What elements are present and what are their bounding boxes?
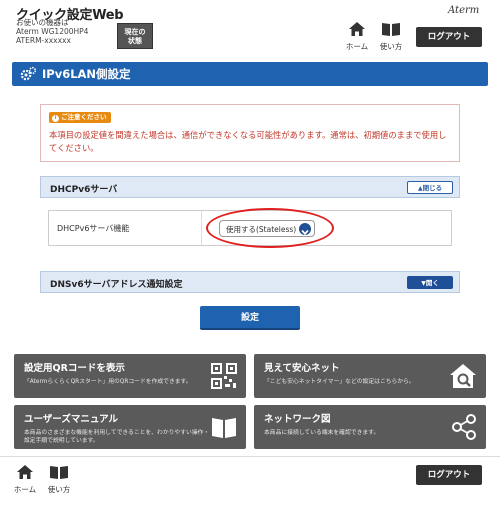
dhcpv6-panel-title: DHCPv6サーバ (50, 185, 118, 195)
home-button[interactable]: ホーム (342, 20, 372, 52)
info-icon: i (52, 115, 59, 122)
book-icon (382, 23, 400, 36)
dnsv6-panel-title: DNSv6サーバアドレス通知設定 (50, 280, 183, 290)
footer-logout-button[interactable]: ログアウト (416, 465, 482, 485)
device-model: Aterm WG1200HP4 (16, 27, 89, 36)
dnsv6-open-label: 開く (425, 279, 439, 287)
brand-logo: Aterm (448, 5, 480, 16)
page-title: IPv6LAN側設定 (42, 67, 131, 81)
dnsv6-panel-header: DNSv6サーバアドレス通知設定 ▼開く (40, 271, 460, 293)
tile-desc: 本商品のさまざまな機能を利用してできることを、わかりやすい操作・設定手順で説明し… (24, 430, 210, 444)
dhcpv6-close-label: 閉じる (422, 184, 443, 192)
caution-badge: i ご注意ください (49, 112, 111, 123)
page-title-bar: IPv6LAN側設定 (12, 62, 488, 86)
tile-title: 見えて安心ネット (264, 363, 340, 374)
caution-text: 本項目の設定値を間違えた場合は、通信ができなくなる可能性があります。通常は、初期… (49, 130, 447, 153)
device-id: ATERM-xxxxxx (16, 36, 71, 45)
dhcpv6-function-label: DHCPv6サーバ機能 (57, 224, 130, 233)
apply-button[interactable]: 設定 (200, 306, 300, 330)
current-status-button[interactable]: 現在の 状態 (117, 23, 153, 49)
network-share-icon (452, 414, 476, 440)
tile-title: ユーザーズマニュアル (24, 414, 119, 425)
home-search-icon (450, 364, 476, 388)
tile-users-manual[interactable]: ユーザーズマニュアル 本商品のさまざまな機能を利用してできることを、わかりやすい… (14, 405, 246, 449)
home-icon (17, 465, 33, 479)
tile-desc: 「AtermらくらくQRスタート」用のQRコードを作成できます。 (24, 379, 192, 385)
highlight-ring (206, 208, 334, 248)
gear-icon (20, 66, 37, 81)
device-label: お使いの機器は (16, 18, 69, 27)
home-icon (349, 22, 365, 36)
tile-title: ネットワーク図 (264, 414, 331, 425)
help-label: 使い方 (379, 42, 403, 51)
tile-desc: 「こども安心ネットタイマー」などの設定はこちらから。 (264, 379, 415, 385)
footer-help-button[interactable]: 使い方 (44, 463, 74, 495)
tile-mieru-anshin[interactable]: 見えて安心ネット 「こども安心ネットタイマー」などの設定はこちらから。 (254, 354, 486, 398)
tile-network-map[interactable]: ネットワーク図 本商品に接続している端末を確認できます。 (254, 405, 486, 449)
qr-code-icon (211, 363, 237, 389)
dnsv6-open-button[interactable]: ▼開く (407, 276, 453, 289)
footer-help-label: 使い方 (47, 485, 71, 494)
header: クイック設定Web お使いの機器は Aterm WG1200HP4 ATERM-… (0, 0, 500, 56)
tile-qr-code[interactable]: 設定用QRコードを表示 「AtermらくらくQRスタート」用のQRコードを作成で… (14, 354, 246, 398)
footer: ホーム 使い方 ログアウト (0, 456, 500, 506)
home-label: ホーム (345, 42, 369, 51)
help-button[interactable]: 使い方 (376, 20, 406, 52)
footer-home-button[interactable]: ホーム (10, 463, 40, 495)
footer-home-label: ホーム (13, 485, 37, 494)
dhcpv6-panel-header: DHCPv6サーバ ▲閉じる (40, 176, 460, 198)
tile-desc: 本商品に接続している端末を確認できます。 (264, 430, 380, 436)
caution-badge-text: ご注意ください (61, 113, 107, 121)
book-icon (50, 466, 68, 479)
status-button-line1: 現在の (124, 28, 146, 36)
row-divider (201, 211, 202, 245)
book-icon (212, 418, 236, 438)
status-button-line2: 状態 (128, 37, 142, 45)
caution-box: i ご注意ください 本項目の設定値を間違えた場合は、通信ができなくなる可能性があり… (40, 104, 460, 162)
logout-button[interactable]: ログアウト (416, 27, 482, 47)
tile-title: 設定用QRコードを表示 (24, 363, 125, 374)
dhcpv6-close-button[interactable]: ▲閉じる (407, 181, 453, 194)
